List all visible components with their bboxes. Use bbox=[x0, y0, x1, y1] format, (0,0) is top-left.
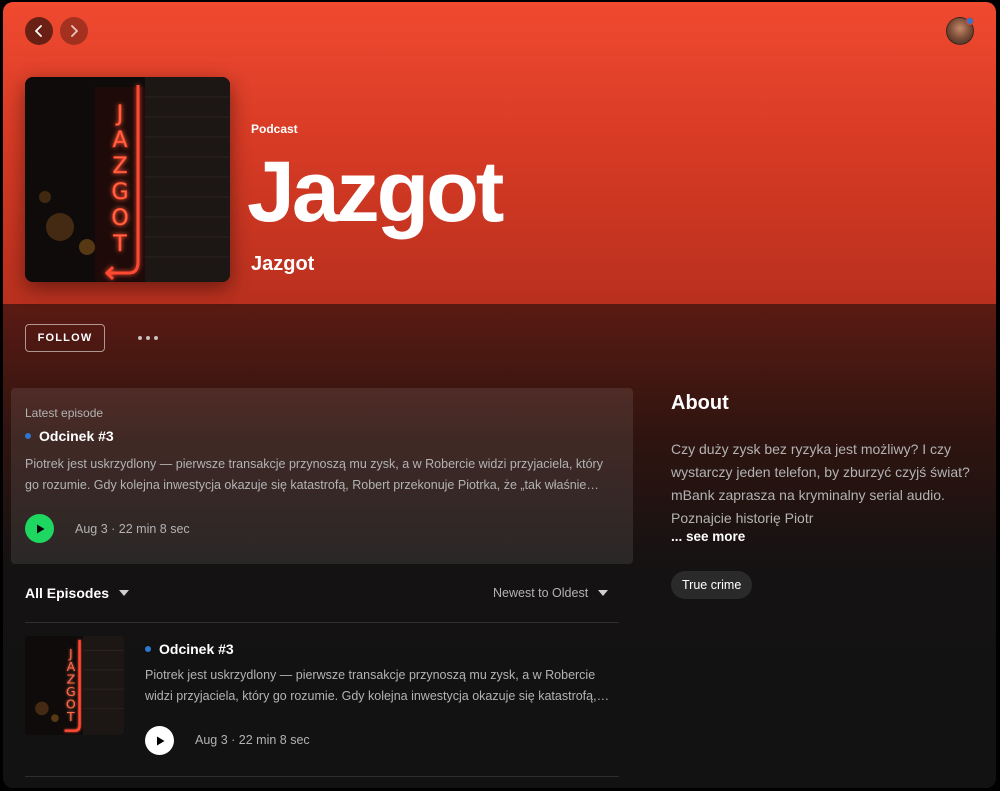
caret-down-icon bbox=[119, 590, 130, 596]
latest-episode-title[interactable]: Odcinek #3 bbox=[39, 428, 114, 444]
svg-text:O: O bbox=[111, 206, 128, 231]
svg-text:A: A bbox=[112, 128, 127, 153]
neon-sign-art: J A Z G O T bbox=[25, 77, 230, 282]
about-heading: About bbox=[671, 392, 729, 414]
back-button[interactable] bbox=[25, 17, 53, 45]
svg-text:Z: Z bbox=[112, 154, 127, 179]
svg-text:J: J bbox=[115, 102, 124, 127]
neon-sign-art: J A Z G O T bbox=[25, 636, 124, 735]
episode-description: Piotrek jest uskrzydlony — pierwsze tran… bbox=[145, 668, 610, 703]
caret-down-icon bbox=[598, 590, 609, 596]
unplayed-dot-icon bbox=[145, 646, 151, 652]
page-title: Jazgot bbox=[247, 144, 504, 240]
play-button[interactable] bbox=[25, 514, 54, 543]
sort-label: Newest to Oldest bbox=[493, 586, 589, 600]
more-options-icon[interactable] bbox=[133, 328, 163, 348]
podcast-page: J A Z G O T Podcast Jazgot Jazgot FOLLOW… bbox=[3, 2, 996, 788]
divider bbox=[25, 776, 619, 777]
play-icon bbox=[156, 736, 164, 745]
latest-episode-card[interactable]: Latest episode Odcinek #3 Piotrek jest u… bbox=[11, 388, 633, 564]
episode-filter-label: All Episodes bbox=[25, 585, 110, 601]
user-avatar[interactable] bbox=[946, 17, 974, 45]
latest-episode-meta: Aug 3 · 22 min 8 sec bbox=[75, 522, 190, 536]
episode-thumbnail[interactable]: J A Z G O T bbox=[25, 636, 124, 735]
episode-meta: Aug 3 · 22 min 8 sec bbox=[195, 733, 310, 747]
episode-title-row: Odcinek #3 bbox=[145, 641, 234, 657]
episode-filter-dropdown[interactable]: All Episodes bbox=[25, 585, 130, 601]
play-icon bbox=[36, 524, 44, 533]
podcast-cover-art: J A Z G O T bbox=[25, 77, 230, 282]
svg-text:T: T bbox=[112, 232, 127, 257]
divider bbox=[25, 622, 619, 623]
about-description: Czy duży zysk bez ryzyka jest możliwy? I… bbox=[671, 441, 970, 526]
latest-episode-title-row: Odcinek #3 bbox=[25, 428, 114, 444]
latest-episode-label: Latest episode bbox=[25, 406, 104, 420]
episode-play-button[interactable] bbox=[145, 726, 174, 755]
follow-button[interactable]: FOLLOW bbox=[25, 324, 105, 352]
svg-text:T: T bbox=[66, 709, 75, 724]
notification-dot bbox=[966, 17, 974, 25]
episode-title[interactable]: Odcinek #3 bbox=[159, 641, 234, 657]
latest-episode-description: Piotrek jest uskrzydlony — pierwsze tran… bbox=[25, 457, 603, 492]
svg-text:G: G bbox=[111, 180, 128, 205]
category-tag[interactable]: True crime bbox=[671, 571, 753, 599]
forward-button[interactable] bbox=[60, 17, 88, 45]
unplayed-dot-icon bbox=[25, 433, 31, 439]
see-more-link[interactable]: ... see more bbox=[671, 529, 745, 544]
publisher-name[interactable]: Jazgot bbox=[251, 253, 314, 276]
chevron-left-icon bbox=[35, 25, 42, 37]
chevron-right-icon bbox=[71, 25, 78, 37]
sort-dropdown[interactable]: Newest to Oldest bbox=[493, 586, 609, 600]
content-type-label: Podcast bbox=[251, 122, 298, 136]
